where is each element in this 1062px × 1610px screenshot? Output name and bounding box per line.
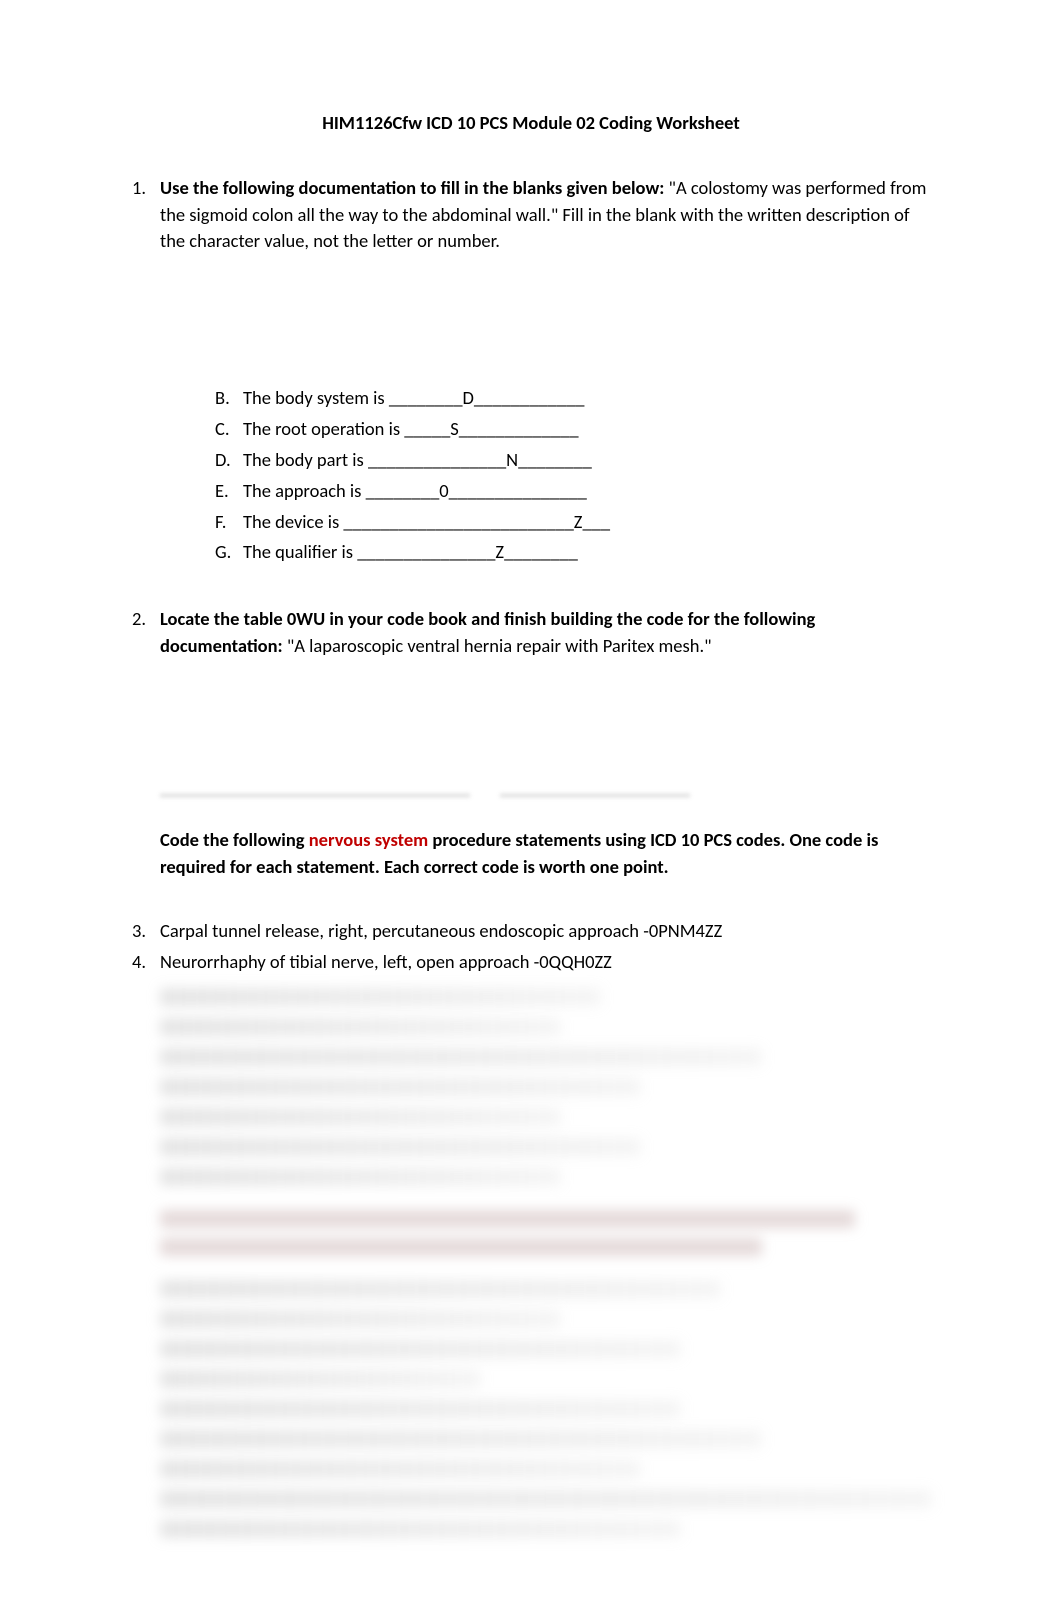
q3-text: Carpal tunnel release, right, percutaneo…	[160, 918, 932, 945]
q1-F-text: The device is _________________________Z…	[243, 509, 610, 536]
q3-number: 3.	[130, 918, 160, 945]
blurred-instruction	[160, 1210, 932, 1256]
q1-E-letter: E.	[215, 478, 243, 505]
q1-sublist: B. The body system is ________D_________…	[215, 385, 932, 566]
q2-number: 2.	[130, 606, 160, 633]
question-4: 4. Neurorrhaphy of tibial nerve, left, o…	[130, 949, 932, 976]
q1-item-B: B. The body system is ________D_________…	[215, 385, 932, 412]
q1-item-E: E. The approach is ________0____________…	[215, 478, 932, 505]
instruction-red: nervous system	[309, 828, 428, 851]
q1-G-text: The qualifier is _______________Z_______…	[243, 539, 578, 566]
divider-bar-1	[160, 794, 470, 797]
blurred-line	[160, 1108, 561, 1126]
q1-lead-bold: Use the following documentation to fill …	[160, 176, 664, 199]
blurred-line	[160, 1078, 641, 1096]
blurred-line	[160, 1370, 481, 1388]
q1-F-letter: F.	[215, 509, 243, 536]
q1-G-letter: G.	[215, 539, 243, 566]
q1-E-text: The approach is ________0_______________	[243, 478, 587, 505]
question-2: 2. Locate the table 0WU in your code boo…	[130, 606, 932, 660]
blurred-instr-line	[160, 1210, 855, 1228]
blurred-line	[160, 1340, 681, 1358]
q1-B-letter: B.	[215, 385, 243, 412]
question-3: 3. Carpal tunnel release, right, percuta…	[130, 918, 932, 945]
blurred-line	[160, 1018, 561, 1036]
page-title: HIM1126Cfw ICD 10 PCS Module 02 Coding W…	[130, 110, 932, 137]
q1-item-F: F. The device is _______________________…	[215, 509, 932, 536]
q1-C-letter: C.	[215, 416, 243, 443]
q1-number: 1.	[130, 175, 160, 202]
q1-D-letter: D.	[215, 447, 243, 474]
divider-bars	[160, 794, 932, 797]
blurred-line	[160, 988, 601, 1006]
question-1: 1. Use the following documentation to fi…	[130, 175, 932, 570]
q1-D-text: The body part is _______________N_______…	[243, 447, 592, 474]
blurred-line	[160, 1430, 762, 1448]
q1-item-G: G. The qualifier is _______________Z____…	[215, 539, 932, 566]
blurred-line	[160, 1460, 641, 1478]
q1-B-text: The body system is ________D____________	[243, 385, 585, 412]
divider-bar-2	[500, 794, 690, 797]
blurred-line	[160, 1138, 641, 1156]
q1-item-C: C. The root operation is _____S_________…	[215, 416, 932, 443]
q2-lead-rest: "A laparoscopic ventral hernia repair wi…	[283, 634, 712, 657]
q1-body: Use the following documentation to fill …	[160, 175, 932, 570]
q4-number: 4.	[130, 949, 160, 976]
blurred-instr-line	[160, 1238, 762, 1256]
blurred-line	[160, 1280, 721, 1298]
blurred-line	[160, 1520, 681, 1538]
blurred-line	[160, 1048, 762, 1066]
instruction-block: Code the following nervous system proced…	[160, 827, 932, 881]
blurred-line	[160, 1490, 932, 1508]
blurred-line	[160, 1400, 681, 1418]
q1-item-D: D. The body part is _______________N____…	[215, 447, 932, 474]
q2-body: Locate the table 0WU in your code book a…	[160, 606, 932, 660]
blurred-line	[160, 1310, 561, 1328]
q4-text: Neurorrhaphy of tibial nerve, left, open…	[160, 949, 932, 976]
blurred-content	[130, 988, 932, 1538]
q1-C-text: The root operation is _____S____________…	[243, 416, 579, 443]
instruction-pre: Code the following	[160, 828, 309, 851]
blurred-line	[160, 1168, 561, 1186]
